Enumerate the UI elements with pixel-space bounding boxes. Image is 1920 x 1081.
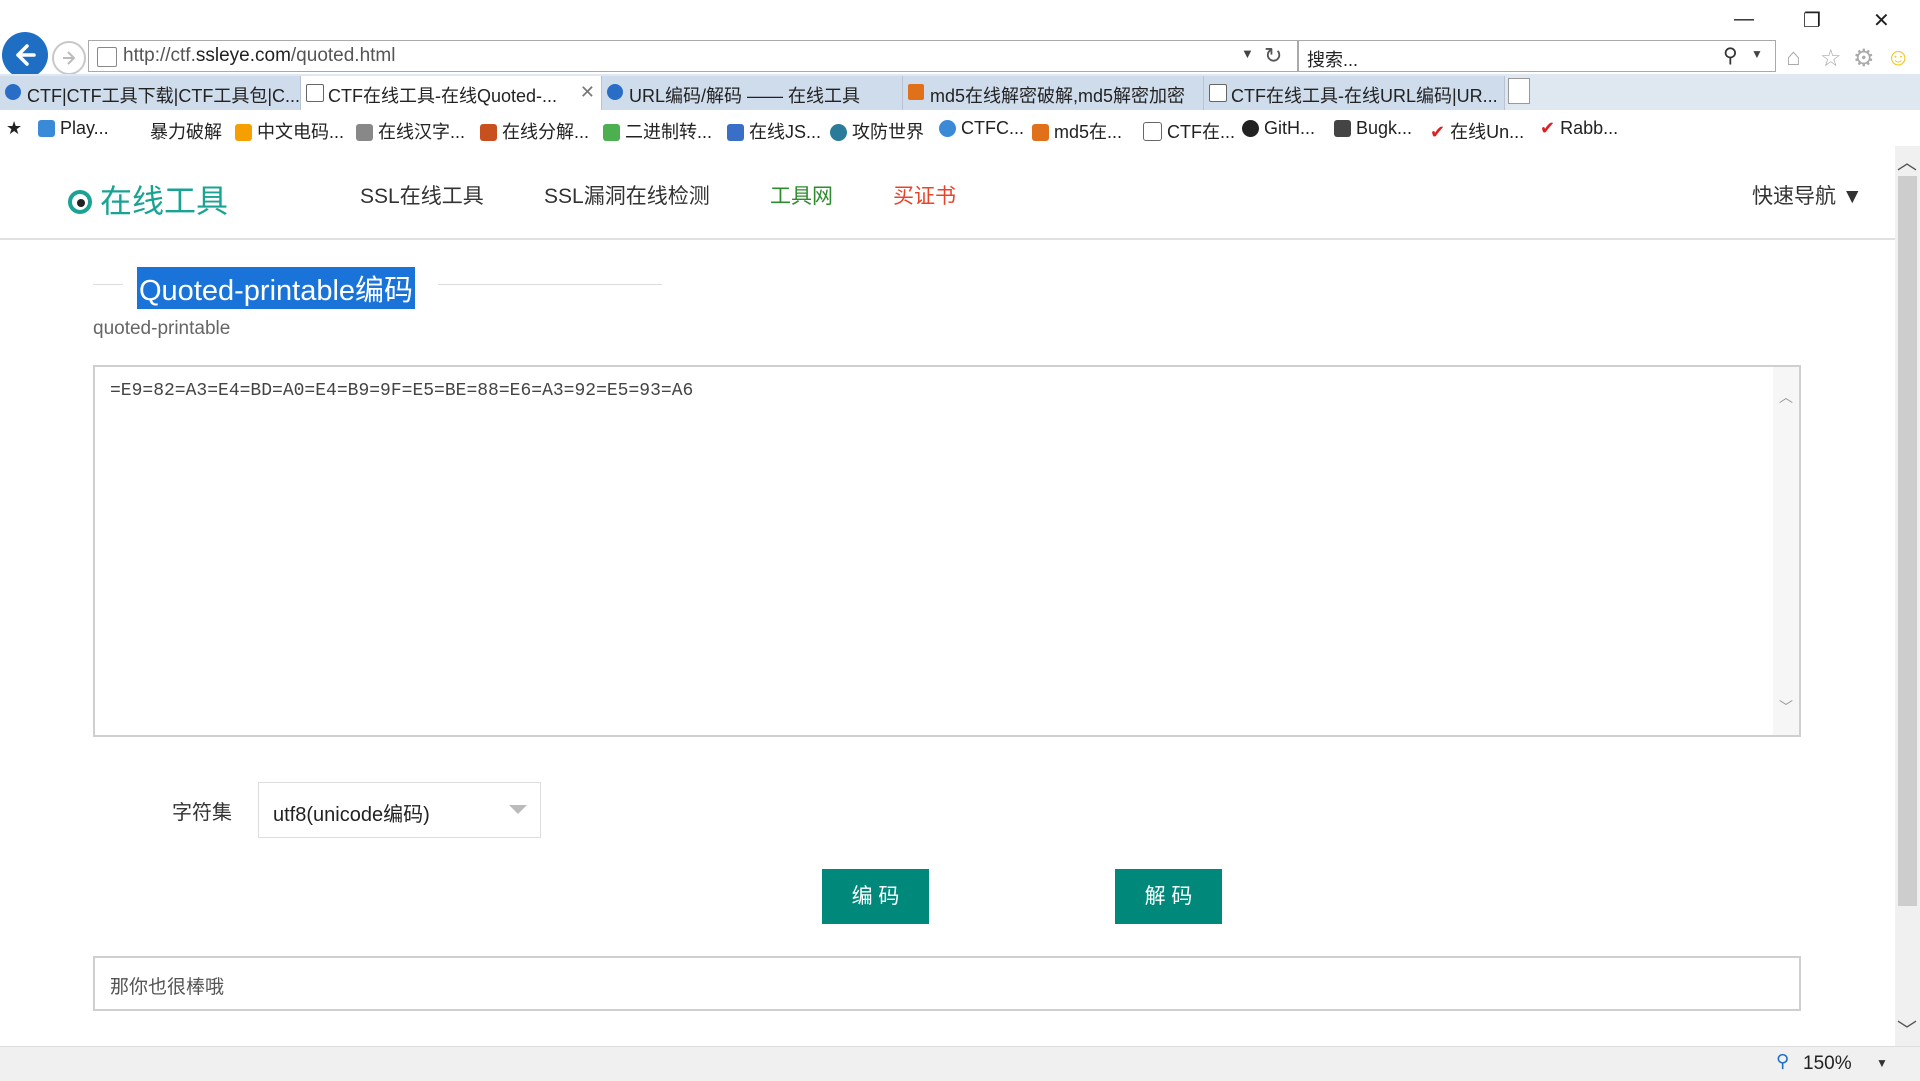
chevron-down-icon (509, 805, 527, 814)
back-arrow-icon (16, 44, 36, 66)
close-window-icon[interactable]: ✕ (1873, 8, 1890, 33)
close-tab-icon[interactable]: ✕ (580, 82, 595, 103)
tab-label: md5在线解密破解,md5解密加密 (930, 86, 1186, 106)
scroll-up-icon[interactable]: ︿ (1897, 146, 1917, 175)
favorite-item[interactable]: 二进制转... (603, 118, 712, 144)
new-tab-button[interactable] (1508, 78, 1530, 104)
status-bar: ⚲ 150% ▼ (0, 1046, 1920, 1081)
search-input[interactable]: 搜索... ⚲ ▼ (1298, 40, 1776, 72)
output-text: 那你也很棒哦 (110, 977, 225, 998)
favorite-item[interactable]: 在线分解... (480, 118, 589, 144)
title-divider (93, 284, 123, 285)
favorite-item[interactable]: CTFC... (939, 118, 1024, 139)
favorite-item[interactable]: 攻防世界 (830, 118, 924, 144)
favorites-star-icon[interactable]: ☆ (1820, 44, 1842, 73)
settings-gear-icon[interactable]: ⚙ (1853, 44, 1875, 73)
input-textarea[interactable]: =E9=82=A3=E4=BD=A0=E4=B9=9F=E5=BE=88=E6=… (93, 365, 1801, 737)
tab-label: CTF在线工具-在线Quoted-... (328, 86, 558, 106)
tab-url-tool[interactable]: CTF在线工具-在线URL编码|UR... (1204, 76, 1505, 110)
favorite-item[interactable]: GitH... (1242, 118, 1315, 139)
input-text: =E9=82=A3=E4=BD=A0=E4=B9=9F=E5=BE=88=E6=… (110, 381, 694, 401)
site-favicon-icon (1209, 84, 1227, 102)
forward-arrow-icon (63, 51, 76, 65)
search-icon[interactable]: ⚲ (1723, 43, 1738, 68)
page-subtitle: quoted-printable (93, 318, 231, 339)
site-logo[interactable]: 在线工具 (68, 176, 228, 222)
favorites-bar: ★ Play... 暴力破解 中文电码... 在线汉字... 在线分解... 二… (0, 110, 1920, 147)
scroll-down-icon[interactable]: ﹀ (1779, 697, 1793, 717)
back-button[interactable] (2, 32, 48, 78)
tab-label: CTF在线工具-在线URL编码|UR... (1231, 86, 1498, 106)
ie-favicon-icon (607, 84, 623, 100)
favorite-item[interactable]: CTF在... (1143, 118, 1235, 144)
quick-nav-menu[interactable]: 快速导航 ▼ (1752, 180, 1863, 210)
site-favicon-icon (306, 84, 324, 102)
tab-ctf-tools[interactable]: CTF|CTF工具下载|CTF工具包|C... (0, 76, 301, 110)
encode-button[interactable]: 编 码 (822, 869, 929, 924)
minimize-icon[interactable]: — (1734, 8, 1754, 31)
scroll-up-icon[interactable]: ︿ (1779, 387, 1793, 407)
nav-buy-certificate[interactable]: 买证书 (893, 180, 956, 210)
charset-select[interactable]: utf8(unicode编码) (258, 782, 541, 838)
restore-icon[interactable]: ❐ (1803, 8, 1821, 33)
zoom-level[interactable]: 150% (1803, 1053, 1852, 1075)
tab-url-encode[interactable]: URL编码/解码 —— 在线工具 (602, 76, 903, 110)
favorite-item[interactable]: Play... (38, 118, 109, 139)
favorite-item[interactable]: 在线汉字... (356, 118, 465, 144)
favorite-item[interactable]: 中文电码... (235, 118, 344, 144)
favorite-item[interactable]: ✔ 在线Un... (1430, 118, 1524, 144)
c-favicon-icon (908, 84, 924, 100)
logo-icon (68, 190, 92, 214)
charset-selected-value: utf8(unicode编码) (273, 804, 430, 826)
output-field[interactable]: 那你也很棒哦 (93, 956, 1801, 1011)
tab-quoted-printable[interactable]: CTF在线工具-在线Quoted-... ✕ (301, 76, 602, 110)
url-text: http://ctf.ssleye.com/quoted.html (123, 45, 396, 66)
nav-tools-site[interactable]: 工具网 (770, 180, 833, 210)
page-title: Quoted-printable编码 (137, 267, 416, 309)
nav-ssl-vuln-check[interactable]: SSL漏洞在线检测 (544, 180, 710, 210)
favorite-item[interactable]: Bugk... (1334, 118, 1412, 139)
zoom-dropdown-icon[interactable]: ▼ (1876, 1056, 1888, 1070)
textarea-scrollbar[interactable]: ︿ ﹀ (1773, 367, 1799, 735)
tab-bar: CTF|CTF工具下载|CTF工具包|C... CTF在线工具-在线Quoted… (0, 74, 1920, 111)
url-dropdown-icon[interactable]: ▼ (1241, 46, 1254, 61)
favorite-item[interactable]: 暴力破解 (128, 118, 222, 144)
forward-button[interactable] (52, 41, 86, 75)
favorite-item[interactable]: 在线JS... (727, 118, 821, 144)
refresh-icon[interactable]: ↻ (1264, 43, 1282, 69)
add-favorite-star-icon[interactable]: ★ (6, 118, 22, 139)
nav-ssl-tools[interactable]: SSL在线工具 (360, 180, 484, 210)
page-scrollbar[interactable]: ︿ ﹀ (1895, 146, 1920, 1046)
charset-label: 字符集 (172, 802, 232, 824)
title-divider (438, 284, 662, 285)
ie-favicon-icon (5, 84, 21, 100)
search-dropdown-icon[interactable]: ▼ (1751, 47, 1763, 61)
feedback-smiley-icon[interactable]: ☺ (1886, 44, 1911, 72)
decode-button[interactable]: 解 码 (1115, 869, 1222, 924)
zoom-icon[interactable]: ⚲ (1776, 1051, 1789, 1072)
site-favicon-icon (97, 47, 117, 67)
caret-down-icon: ▼ (1841, 185, 1863, 208)
site-header: 在线工具 SSL在线工具 SSL漏洞在线检测 工具网 买证书 快速导航 ▼ (0, 146, 1895, 240)
url-field[interactable]: http://ctf.ssleye.com/quoted.html ▼ ↻ (88, 40, 1298, 72)
home-icon[interactable]: ⌂ (1786, 44, 1801, 72)
scrollbar-thumb[interactable] (1898, 176, 1917, 906)
search-placeholder: 搜索... (1307, 50, 1359, 70)
scroll-down-icon[interactable]: ﹀ (1897, 1014, 1917, 1043)
tab-label: URL编码/解码 —— 在线工具 (629, 86, 861, 106)
favorite-item[interactable]: md5在... (1032, 118, 1122, 144)
tab-label: CTF|CTF工具下载|CTF工具包|C... (27, 86, 300, 106)
favorite-item[interactable]: ✔ Rabb... (1540, 118, 1618, 139)
tab-md5[interactable]: md5在线解密破解,md5解密加密 (903, 76, 1204, 110)
browser-address-bar-row: http://ctf.ssleye.com/quoted.html ▼ ↻ 搜索… (0, 0, 1920, 78)
